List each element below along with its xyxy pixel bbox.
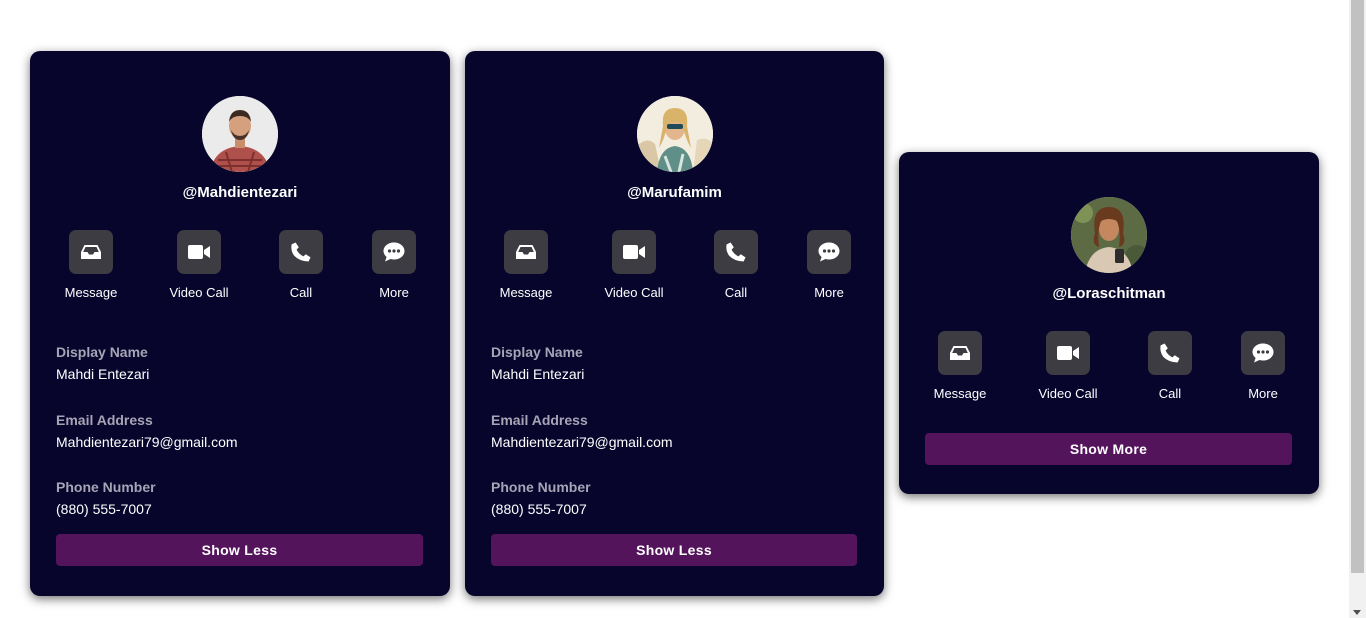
more-label: More <box>379 285 409 300</box>
email-field: Email Address Mahdientezari79@gmail.com <box>56 412 424 450</box>
email-value: Mahdientezari79@gmail.com <box>491 434 673 450</box>
video-call-label: Video Call <box>169 285 229 300</box>
message-action[interactable]: Message <box>910 331 1010 401</box>
video-call-label: Video Call <box>1038 386 1098 401</box>
comment-dots-icon <box>1252 343 1274 363</box>
video-call-action[interactable]: Video Call <box>584 230 684 300</box>
more-button[interactable] <box>372 230 416 274</box>
email-field: Email Address Mahdientezari79@gmail.com <box>491 412 858 450</box>
more-action[interactable]: More <box>779 230 879 300</box>
contact-actions: Message Video Call Call More <box>465 230 884 300</box>
phone-icon <box>726 242 746 262</box>
message-label: Message <box>499 285 553 300</box>
inbox-icon <box>950 346 970 360</box>
avatar <box>202 96 278 172</box>
inbox-icon <box>81 245 101 259</box>
scrollbar-thumb[interactable] <box>1351 0 1364 573</box>
call-label: Call <box>289 285 313 300</box>
more-action[interactable]: More <box>1213 331 1313 401</box>
video-camera-icon <box>1057 346 1079 360</box>
profile-card: @Mahdientezari Message Video Call Call M… <box>30 51 450 596</box>
inbox-icon <box>516 245 536 259</box>
more-button[interactable] <box>807 230 851 274</box>
more-button[interactable] <box>1241 331 1285 375</box>
phone-icon <box>291 242 311 262</box>
contact-actions: Message Video Call Call More <box>30 230 450 300</box>
message-label: Message <box>933 386 987 401</box>
message-button[interactable] <box>938 331 982 375</box>
video-call-button[interactable] <box>177 230 221 274</box>
username: @Loraschitman <box>1052 285 1166 302</box>
contact-actions: Message Video Call Call More <box>899 331 1319 401</box>
call-action[interactable]: Call <box>251 230 351 300</box>
message-action[interactable]: Message <box>476 230 576 300</box>
phone-icon <box>1160 343 1180 363</box>
phone-field: Phone Number (880) 555-7007 <box>56 479 424 517</box>
video-camera-icon <box>623 245 645 259</box>
profile-card: @Marufamim Message Video Call Call More … <box>465 51 884 596</box>
call-label: Call <box>724 285 748 300</box>
display-name-label: Display Name <box>491 344 583 360</box>
profile-card: @Loraschitman Message Video Call Call Mo… <box>899 152 1319 494</box>
phone-label: Phone Number <box>491 479 591 495</box>
video-call-button[interactable] <box>1046 331 1090 375</box>
show-less-button[interactable]: Show Less <box>491 534 857 566</box>
username: @Marufamim <box>627 184 722 201</box>
display-name-field: Display Name Mahdi Entezari <box>491 344 858 382</box>
call-action[interactable]: Call <box>686 230 786 300</box>
call-button[interactable] <box>279 230 323 274</box>
scroll-down-arrow-icon[interactable] <box>1353 610 1361 615</box>
display-name-field: Display Name Mahdi Entezari <box>56 344 424 382</box>
video-call-label: Video Call <box>604 285 664 300</box>
phone-value: (880) 555-7007 <box>56 501 152 517</box>
email-label: Email Address <box>491 412 588 428</box>
phone-field: Phone Number (880) 555-7007 <box>491 479 858 517</box>
avatar <box>636 96 713 172</box>
avatar <box>1071 197 1147 273</box>
show-more-button[interactable]: Show More <box>925 433 1292 465</box>
call-label: Call <box>1158 386 1182 401</box>
display-name-value: Mahdi Entezari <box>491 366 585 382</box>
display-name-value: Mahdi Entezari <box>56 366 150 382</box>
call-button[interactable] <box>1148 331 1192 375</box>
username: @Mahdientezari <box>182 184 298 201</box>
show-less-button[interactable]: Show Less <box>56 534 423 566</box>
more-label: More <box>814 285 844 300</box>
message-label: Message <box>64 285 118 300</box>
display-name-label: Display Name <box>56 344 148 360</box>
more-action[interactable]: More <box>344 230 444 300</box>
more-label: More <box>1248 386 1278 401</box>
video-call-button[interactable] <box>612 230 656 274</box>
phone-label: Phone Number <box>56 479 156 495</box>
comment-dots-icon <box>818 242 840 262</box>
video-call-action[interactable]: Video Call <box>149 230 249 300</box>
comment-dots-icon <box>383 242 405 262</box>
email-label: Email Address <box>56 412 153 428</box>
call-action[interactable]: Call <box>1120 331 1220 401</box>
message-action[interactable]: Message <box>41 230 141 300</box>
page-scrollbar[interactable] <box>1349 0 1366 618</box>
video-camera-icon <box>188 245 210 259</box>
message-button[interactable] <box>504 230 548 274</box>
message-button[interactable] <box>69 230 113 274</box>
email-value: Mahdientezari79@gmail.com <box>56 434 238 450</box>
phone-value: (880) 555-7007 <box>491 501 587 517</box>
video-call-action[interactable]: Video Call <box>1018 331 1118 401</box>
call-button[interactable] <box>714 230 758 274</box>
